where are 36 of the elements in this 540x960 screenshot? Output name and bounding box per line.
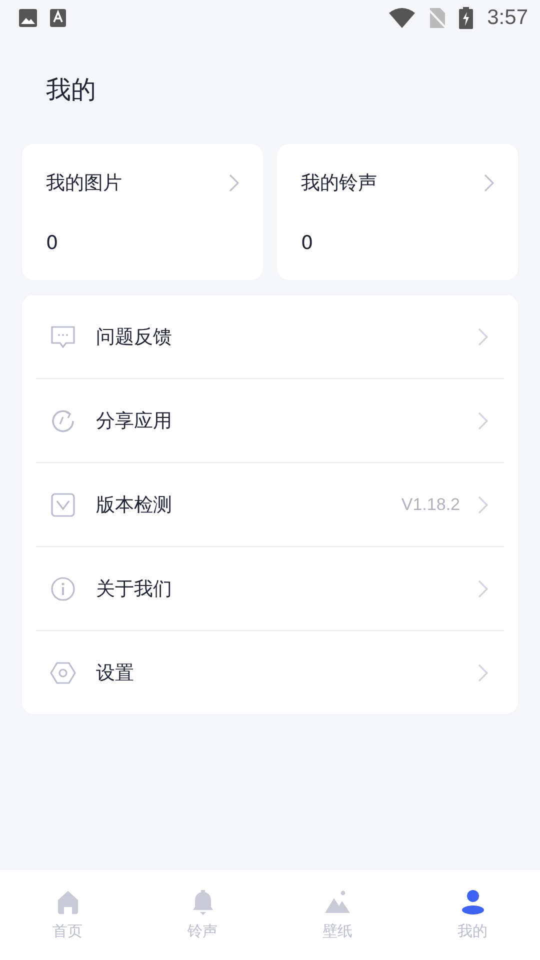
chevron-right-icon xyxy=(478,412,488,430)
stat-card[interactable]: 我的图片 0 xyxy=(22,144,263,280)
menu-item[interactable]: 关于我们 xyxy=(36,547,504,631)
card-label: 我的图片 xyxy=(46,171,122,196)
wifi-icon xyxy=(389,8,416,28)
no-sim-icon xyxy=(427,7,448,29)
chevron-right-icon xyxy=(229,174,239,192)
chevron-right-icon xyxy=(484,174,494,192)
hexagon-icon xyxy=(50,660,76,686)
clock-time: 3:57 xyxy=(487,6,528,30)
refresh-icon xyxy=(50,408,76,434)
card-count: 0 xyxy=(301,232,314,254)
menu-label: 关于我们 xyxy=(96,576,173,602)
info-icon xyxy=(50,576,76,602)
card-count: 0 xyxy=(46,232,58,254)
check-square-icon xyxy=(50,492,76,518)
menu-item[interactable]: 问题反馈 xyxy=(36,295,504,379)
menu-label: 问题反馈 xyxy=(96,324,173,350)
version-text: V1.18.2 xyxy=(401,494,460,514)
chevron-right-icon xyxy=(478,580,488,598)
menu-label: 分享应用 xyxy=(96,408,173,434)
menu-item[interactable]: 分享应用 xyxy=(36,379,504,463)
stat-card[interactable]: 我的铃声 0 xyxy=(277,144,518,280)
menu-item[interactable]: 设置 xyxy=(36,631,504,714)
menu-label: 版本检测 xyxy=(96,492,173,518)
menu-item[interactable]: 版本检测 V1.18.2 xyxy=(36,463,504,547)
chevron-right-icon xyxy=(478,664,488,682)
image-icon xyxy=(18,8,38,28)
chevron-right-icon xyxy=(478,328,488,346)
chevron-right-icon xyxy=(478,496,488,514)
page-title: 我的 xyxy=(45,74,97,106)
mountain-icon xyxy=(324,888,352,916)
menu-label: 设置 xyxy=(96,660,135,686)
battery-icon xyxy=(459,7,474,29)
card-label: 我的铃声 xyxy=(301,171,377,196)
chat-icon xyxy=(50,324,76,350)
